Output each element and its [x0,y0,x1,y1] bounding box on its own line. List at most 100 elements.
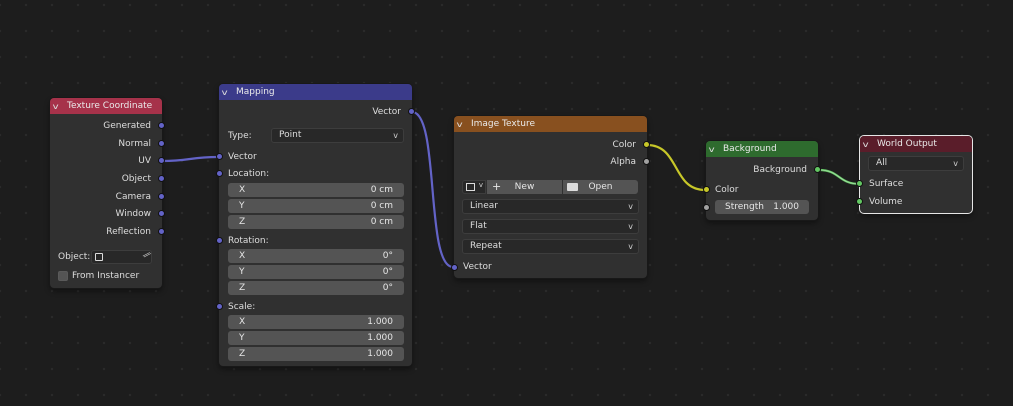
socket-scale[interactable] [216,303,223,310]
axis-label: Y [239,333,245,343]
input-color-label: Color [715,185,739,195]
image-browse-button[interactable]: v [462,180,486,194]
field-value: 0° [382,267,393,277]
interpolation-dropdown[interactable]: Linear v [462,199,639,214]
interpolation-value: Linear [470,201,498,211]
socket-window[interactable] [158,210,165,217]
plus-icon: + [492,180,502,193]
socket-input-surface[interactable] [856,180,863,187]
socket-reflection[interactable] [158,228,165,235]
socket-input-vector[interactable] [451,264,458,271]
socket-uv[interactable] [158,157,165,164]
chevron-down-icon: v [478,181,483,189]
type-value: Point [279,130,302,140]
socket-location[interactable] [216,170,223,177]
mapping-header[interactable]: v Mapping [219,84,412,100]
output-camera: Camera [115,192,151,202]
node-title: Background [723,144,777,154]
socket-input-strength[interactable] [703,204,710,211]
background-node[interactable]: v Background Background Color Strength 1… [703,141,821,220]
field-value: 1.000 [367,317,393,327]
output-background-label: Background [753,165,807,175]
input-vector-label: Vector [228,152,257,162]
node-title: Mapping [236,87,275,97]
target-dropdown[interactable]: All v [868,156,964,171]
field-value: 0 cm [370,185,393,195]
strength-field[interactable]: Strength 1.000 [715,200,809,214]
rotation-x-field[interactable]: X 0° [228,249,404,263]
output-normal: Normal [118,139,151,149]
field-value: 0° [382,283,393,293]
texture-coordinate-node[interactable]: v Texture Coordinate Generated Normal UV… [50,98,165,288]
new-image-button[interactable]: + New [487,180,562,194]
target-value: All [876,158,888,168]
scale-x-field[interactable]: X 1.000 [228,315,404,329]
node-title: Image Texture [471,119,535,129]
collapse-chevron-icon[interactable]: v [457,120,470,129]
world-output-node[interactable]: v World Output All v Surface Volume [856,136,972,213]
axis-label: Z [239,349,246,359]
type-label: Type: [228,131,252,141]
image-texture-header[interactable]: v Image Texture [454,116,647,132]
from-instancer-label: From Instancer [72,271,140,281]
scale-y-field[interactable]: Y 1.000 [228,331,404,345]
strength-label: Strength [725,202,764,212]
open-image-button[interactable]: Open [563,180,638,194]
socket-input-vector[interactable] [216,153,223,160]
rotation-label: Rotation: [228,236,269,246]
mapping-node[interactable]: v Mapping Vector Type: Point v Vector Lo… [216,84,415,366]
link-mapping-vector-to-image-texture-vector [411,110,454,269]
projection-dropdown[interactable]: Flat v [462,219,639,234]
socket-generated[interactable] [158,122,165,129]
extension-dropdown[interactable]: Repeat v [462,239,639,254]
rotation-y-field[interactable]: Y 0° [228,265,404,279]
collapse-chevron-icon[interactable]: v [53,102,66,111]
from-instancer-checkbox[interactable] [58,271,68,281]
socket-output-alpha[interactable] [643,158,650,165]
socket-output-color[interactable] [643,141,650,148]
socket-output-background[interactable] [814,166,821,173]
socket-input-volume[interactable] [856,198,863,205]
socket-rotation[interactable] [216,237,223,244]
output-uv: UV [138,156,151,166]
field-value: 1.000 [367,333,393,343]
collapse-chevron-icon[interactable]: v [222,88,235,97]
field-value: 0 cm [370,217,393,227]
new-label: New [514,182,535,192]
socket-normal[interactable] [158,140,165,147]
output-alpha-label: Alpha [610,157,636,167]
socket-object[interactable] [158,175,165,182]
scale-z-field[interactable]: Z 1.000 [228,347,404,361]
collapse-chevron-icon[interactable]: v [709,145,722,154]
socket-camera[interactable] [158,193,165,200]
scale-label: Scale: [228,302,256,312]
eyedropper-icon[interactable]: ⫽ [140,250,151,261]
image-texture-node[interactable]: v Image Texture Color Alpha v + New Open… [451,116,650,278]
axis-label: Z [239,283,246,293]
socket-input-color[interactable] [703,186,710,193]
location-label: Location: [228,169,270,179]
location-z-field[interactable]: Z 0 cm [228,215,404,229]
background-header[interactable]: v Background [706,141,818,157]
object-cube-icon [95,253,103,261]
collapse-chevron-icon[interactable]: v [863,140,876,149]
type-dropdown[interactable]: Point v [271,128,404,143]
folder-icon [567,183,578,191]
link-background-to-world-surface-highlight [818,169,861,185]
socket-output-vector[interactable] [408,108,415,115]
rotation-z-field[interactable]: Z 0° [228,281,404,295]
location-y-field[interactable]: Y 0 cm [228,199,404,213]
axis-label: X [239,185,246,195]
axis-label: X [239,317,246,327]
projection-value: Flat [470,221,487,231]
location-x-field[interactable]: X 0 cm [228,183,404,197]
chevron-down-icon: v [953,159,958,168]
world-output-header[interactable]: v World Output [860,136,972,152]
extension-value: Repeat [470,241,502,251]
output-generated: Generated [103,121,151,131]
input-surface-label: Surface [869,179,904,189]
field-value: 1.000 [367,349,393,359]
texture-coordinate-header[interactable]: v Texture Coordinate [50,98,162,114]
axis-label: Y [239,201,245,211]
object-picker-field[interactable]: ⫽ [91,250,152,264]
